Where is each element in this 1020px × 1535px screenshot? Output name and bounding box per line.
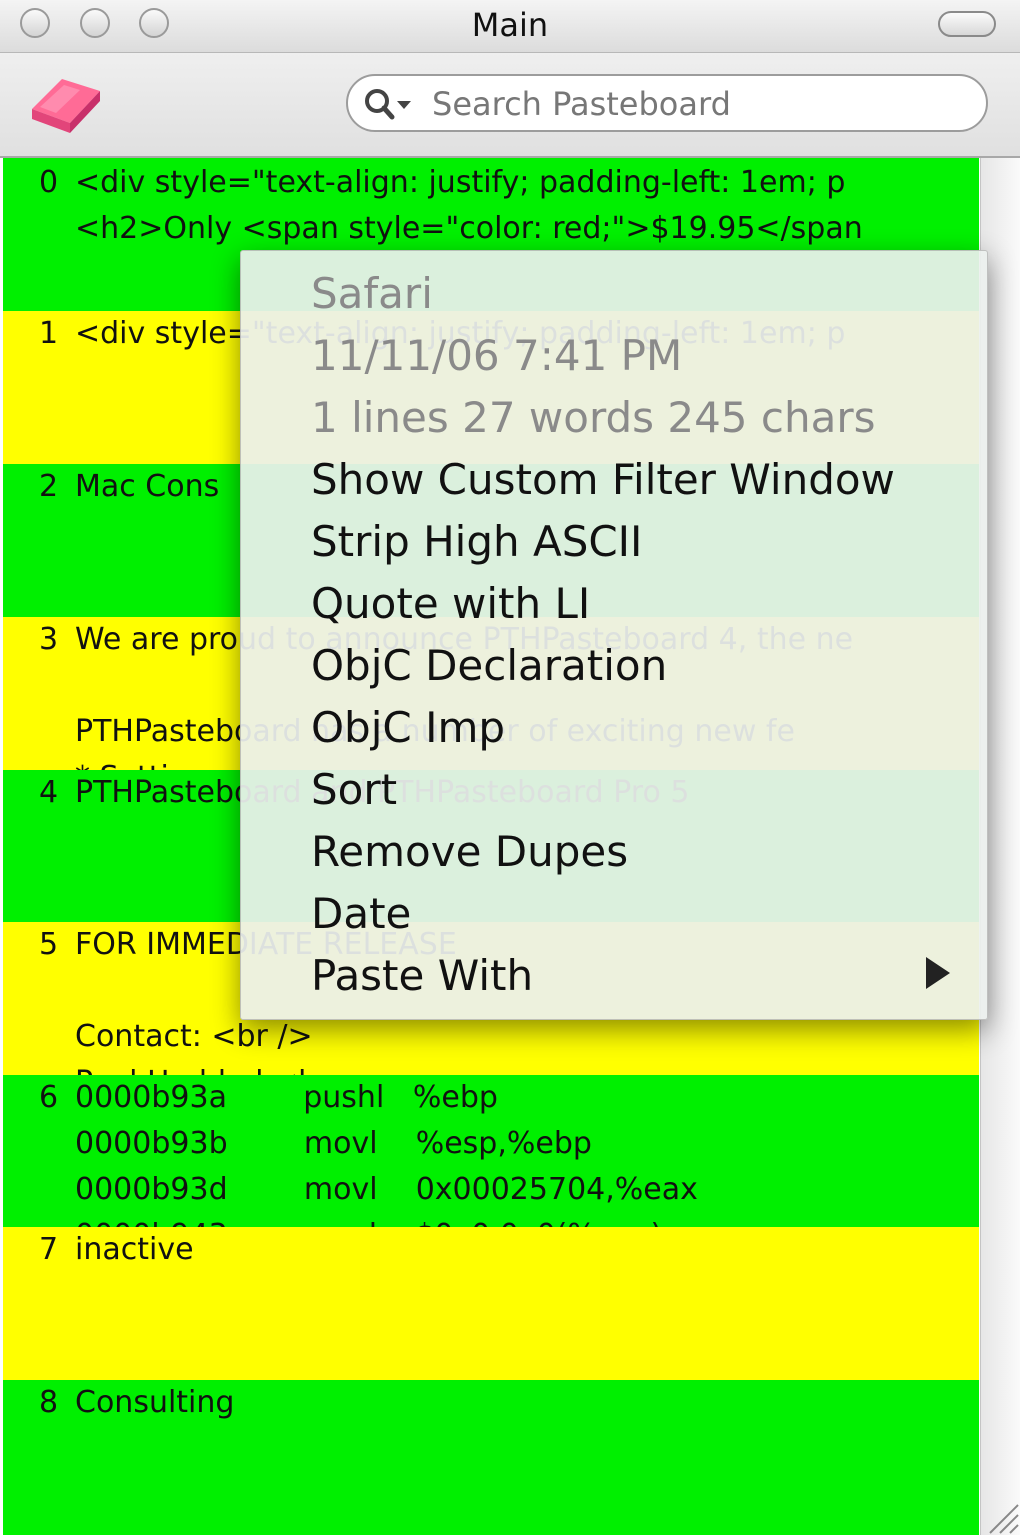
row-text-line: 0000b93b movl %esp,%ebp <box>75 1126 592 1161</box>
row-index: 4 <box>39 775 59 810</box>
row-text-line: <h2>Only <span style="color: red;">$19.9… <box>75 211 863 246</box>
row-text-line: 0000b93a pushl %ebp <box>75 1080 498 1115</box>
row-text-line: Paul Haddad <br <box>75 1060 330 1075</box>
menu-info-source: Safari <box>311 269 433 318</box>
menu-item-date[interactable]: Date <box>311 887 411 941</box>
context-menu: Safari 11/11/06 7:41 PM 1 lines 27 words… <box>240 250 988 1020</box>
search-input[interactable] <box>430 84 974 124</box>
menu-info-stats: 1 lines 27 words 245 chars <box>311 393 876 442</box>
title-bar: Main <box>0 0 1020 53</box>
eraser-icon <box>32 79 100 133</box>
row-text-line: Consulting <box>75 1385 235 1420</box>
menu-item-paste-with[interactable]: Paste With <box>311 949 533 1003</box>
resize-grip-icon[interactable] <box>980 1495 1020 1535</box>
row-index: 3 <box>39 622 59 657</box>
row-text-line: Mac Cons <box>75 469 220 504</box>
chevron-down-icon <box>397 101 411 109</box>
menu-item-objc-imp[interactable]: ObjC Imp <box>311 701 505 755</box>
row-text-line: 0000b943 cmpl $0x0,0x0(%eax) <box>75 1213 662 1227</box>
menu-item-show-custom-filter-window[interactable]: Show Custom Filter Window <box>311 453 895 507</box>
row-text-line: 0000b93d movl 0x00025704,%eax <box>75 1172 698 1207</box>
clip-row-7[interactable]: 7 inactive <box>3 1227 979 1380</box>
row-index: 2 <box>39 469 59 504</box>
row-index: 6 <box>39 1080 59 1115</box>
search-icon <box>365 89 411 120</box>
submenu-arrow-icon <box>926 957 950 989</box>
row-index: 8 <box>39 1385 59 1420</box>
row-text-line: Contact: <br /> <box>75 1019 313 1054</box>
window-title: Main <box>471 6 549 44</box>
menu-item-objc-declaration[interactable]: ObjC Declaration <box>311 639 667 693</box>
row-index: 5 <box>39 927 59 962</box>
clip-row-8[interactable]: 8 Consulting <box>3 1380 979 1535</box>
toolbar <box>0 53 1020 158</box>
row-text-line: inactive <box>75 1232 194 1267</box>
row-text-line: * Setti <box>75 755 169 770</box>
menu-info-date: 11/11/06 7:41 PM <box>311 331 683 380</box>
menu-item-strip-high-ascii[interactable]: Strip High ASCII <box>311 515 642 569</box>
row-index: 1 <box>39 316 59 351</box>
search-field[interactable] <box>346 74 988 132</box>
clear-button[interactable] <box>28 67 108 139</box>
clip-row-6[interactable]: 6 0000b93a pushl %ebp 0000b93b movl %esp… <box>3 1075 979 1227</box>
menu-item-remove-dupes[interactable]: Remove Dupes <box>311 825 628 879</box>
menu-item-quote-with-li[interactable]: Quote with LI <box>311 577 590 631</box>
toolbar-toggle-button[interactable] <box>938 11 996 37</box>
row-text-line: <div style="text-align: justify; padding… <box>75 165 846 200</box>
row-index: 7 <box>39 1232 59 1267</box>
menu-item-sort[interactable]: Sort <box>311 763 397 817</box>
row-index: 0 <box>39 165 59 200</box>
